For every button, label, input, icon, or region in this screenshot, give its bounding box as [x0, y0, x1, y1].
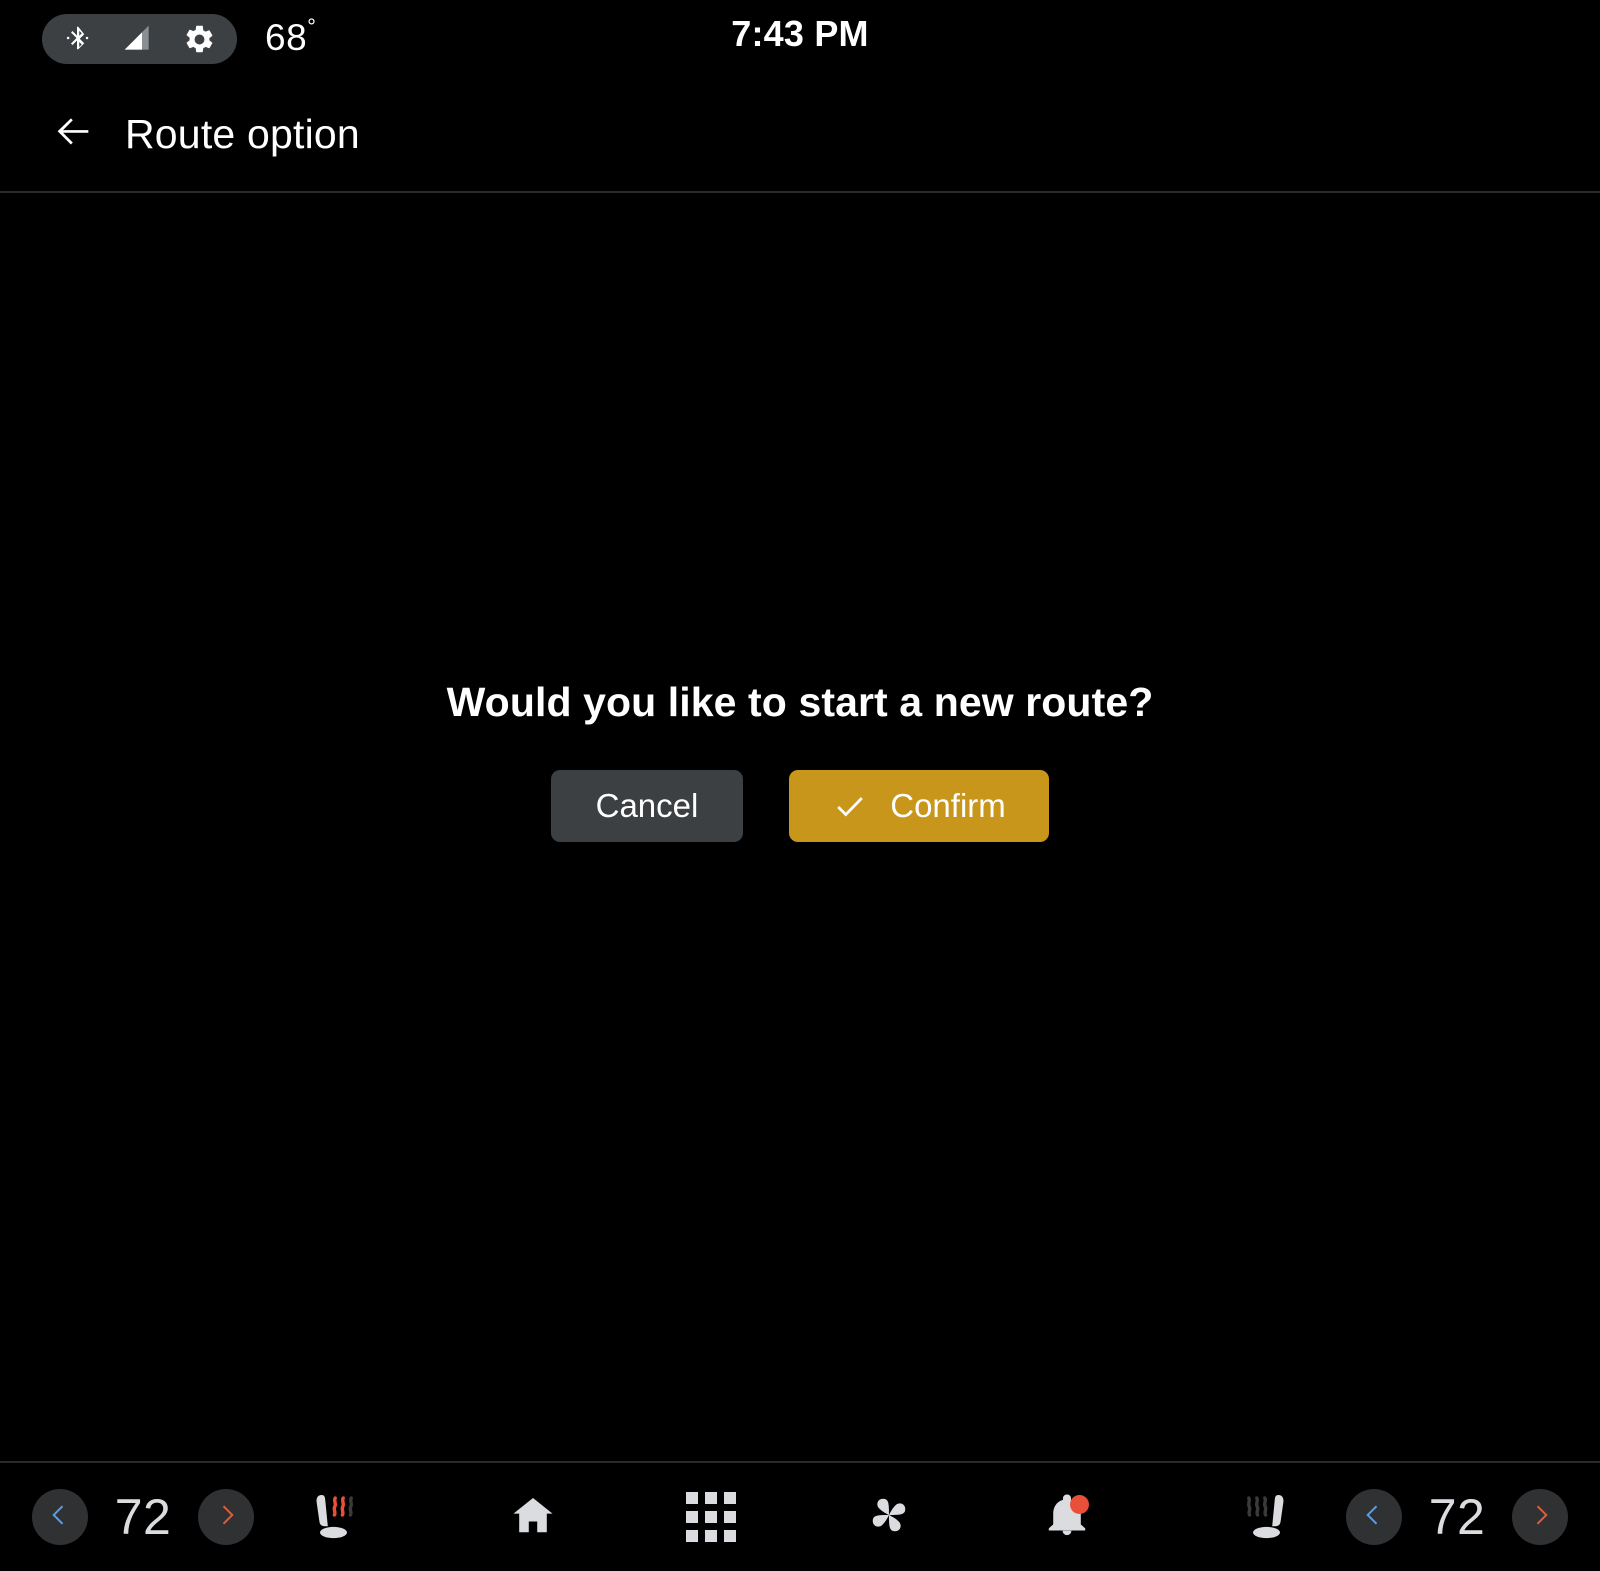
grid-cell: [724, 1511, 736, 1523]
nav-left-group: 72: [0, 1481, 410, 1553]
nav-right-group: 72: [1190, 1481, 1600, 1553]
confirm-button-label: Confirm: [890, 787, 1006, 825]
bottom-nav-bar: 72 72: [0, 1463, 1600, 1571]
driver-temperature-value: 72: [114, 1489, 172, 1545]
driver-temp-increase-button[interactable]: [198, 1489, 254, 1545]
cancel-button[interactable]: Cancel: [551, 770, 743, 843]
grid-cell: [705, 1530, 717, 1542]
seat-heater-left-icon: [300, 1485, 364, 1550]
grid-cell: [686, 1492, 698, 1504]
status-bar: 68° 7:43 PM: [0, 0, 1600, 78]
chevron-left-icon: [1361, 1502, 1387, 1533]
chevron-right-icon: [213, 1502, 239, 1533]
app-bar: Route option: [0, 78, 1600, 193]
grid-cell: [724, 1492, 736, 1504]
dialog-actions: Cancel Confirm: [551, 770, 1049, 843]
apps-button[interactable]: [675, 1481, 747, 1553]
arrow-left-icon: [50, 109, 96, 160]
chevron-right-icon: [1527, 1502, 1553, 1533]
clock: 7:43 PM: [731, 13, 869, 54]
chevron-left-icon: [47, 1502, 73, 1533]
seat-heater-right-icon: [1236, 1485, 1300, 1550]
cancel-button-label: Cancel: [595, 787, 699, 825]
grid-cell: [705, 1492, 717, 1504]
passenger-temperature-value: 72: [1428, 1489, 1486, 1545]
driver-seat-heater-button[interactable]: [292, 1481, 372, 1553]
grid-cell: [686, 1530, 698, 1542]
home-icon: [510, 1492, 556, 1543]
climate-button[interactable]: [853, 1481, 925, 1553]
car-head-unit-screen: 68° 7:43 PM Route option Would you like …: [0, 0, 1600, 1571]
page-title: Route option: [125, 111, 360, 157]
driver-temp-decrease-button[interactable]: [32, 1489, 88, 1545]
confirm-button[interactable]: Confirm: [789, 770, 1049, 843]
back-button[interactable]: [45, 107, 101, 163]
home-button[interactable]: [497, 1481, 569, 1553]
passenger-temp-decrease-button[interactable]: [1346, 1489, 1402, 1545]
fan-icon: [863, 1489, 915, 1546]
passenger-seat-heater-button[interactable]: [1228, 1481, 1308, 1553]
passenger-temp-increase-button[interactable]: [1512, 1489, 1568, 1545]
grid-cell: [724, 1530, 736, 1542]
notification-badge: [1070, 1495, 1089, 1514]
confirm-route-dialog: Would you like to start a new route? Can…: [0, 678, 1600, 843]
notifications-button[interactable]: [1031, 1481, 1103, 1553]
grid-cell: [686, 1511, 698, 1523]
dialog-message: Would you like to start a new route?: [446, 679, 1154, 725]
apps-grid-icon: [686, 1492, 736, 1542]
main-content: Would you like to start a new route? Can…: [0, 193, 1600, 1463]
grid-cell: [705, 1511, 717, 1523]
check-icon: [832, 788, 868, 824]
